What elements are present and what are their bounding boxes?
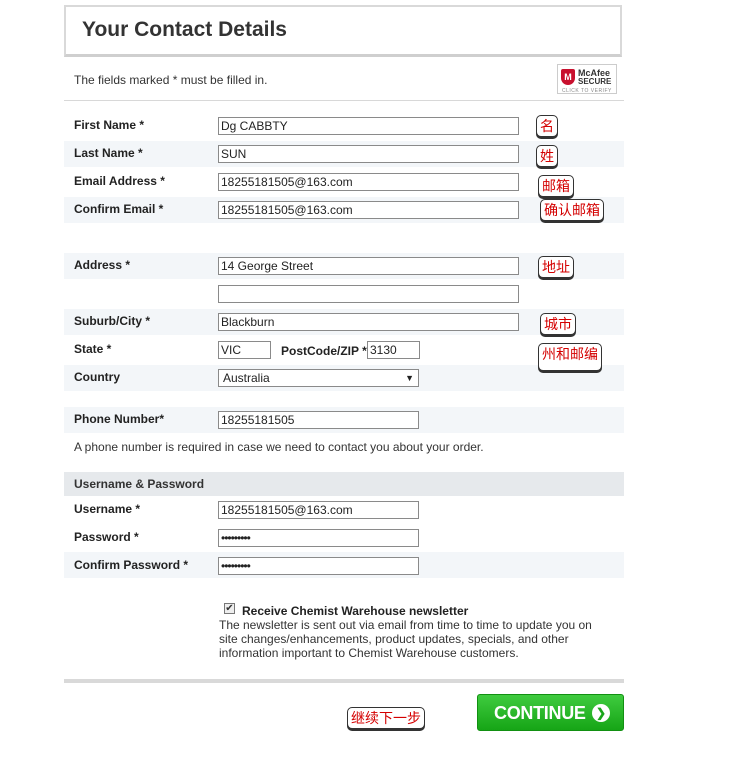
arrow-right-icon: ❯ — [592, 704, 610, 722]
page-title: Your Contact Details — [82, 18, 287, 41]
address-line2-input[interactable] — [218, 285, 519, 303]
postcode-label: PostCode/ZIP * — [281, 344, 367, 358]
address-label: Address * — [74, 258, 131, 272]
email-input[interactable]: 18255181505@163.com — [218, 173, 519, 191]
first-name-input[interactable]: Dg CABBTY — [218, 117, 519, 135]
mcafee-verify: CLICK TO VERIFY — [562, 88, 612, 94]
divider — [64, 100, 624, 101]
account-section-title: Username & Password — [74, 477, 205, 491]
phone-label: Phone Number* — [74, 412, 165, 426]
last-name-input[interactable]: SUN — [218, 145, 519, 163]
country-selected-value: Australia — [223, 371, 270, 385]
continue-annotation: 继续下一步 — [347, 707, 425, 729]
state-label: State * — [74, 342, 112, 356]
newsletter-description: The newsletter is sent out via email fro… — [219, 618, 592, 660]
last-name-annotation: 姓 — [536, 145, 558, 167]
password-label: Password * — [74, 530, 139, 544]
page-title-box: Your Contact Details — [64, 5, 622, 57]
email-annotation: 邮箱 — [538, 175, 574, 197]
username-input[interactable]: 18255181505@163.com — [218, 501, 419, 519]
state-input[interactable]: VIC — [218, 341, 271, 359]
mcafee-shield-icon: M — [561, 69, 575, 85]
password-input[interactable]: ••••••••• — [218, 529, 419, 547]
required-note: The fields marked * must be filled in. — [74, 73, 268, 87]
phone-note: A phone number is required in case we ne… — [74, 440, 484, 454]
postcode-input[interactable]: 3130 — [367, 341, 420, 359]
email-label: Email Address * — [74, 174, 165, 188]
newsletter-label: Receive Chemist Warehouse newsletter — [242, 604, 469, 618]
first-name-annotation: 名 — [536, 115, 558, 137]
confirm-email-input[interactable]: 18255181505@163.com — [218, 201, 519, 219]
phone-input[interactable]: 18255181505 — [218, 411, 419, 429]
address-annotation: 地址 — [538, 256, 574, 278]
country-select[interactable]: Australia ▼ — [218, 369, 419, 387]
confirm-password-label: Confirm Password * — [74, 558, 189, 572]
continue-button[interactable]: CONTINUE ❯ — [477, 694, 624, 731]
account-section-header: Username & Password — [64, 472, 624, 496]
newsletter-checkbox[interactable]: ✔ — [224, 603, 235, 614]
suburb-label: Suburb/City * — [74, 314, 151, 328]
continue-button-label: CONTINUE — [494, 703, 586, 723]
suburb-input[interactable]: Blackburn — [218, 313, 519, 331]
mcafee-secure: SECURE — [578, 77, 612, 86]
confirm-password-input[interactable]: ••••••••• — [218, 557, 419, 575]
first-name-label: First Name * — [74, 118, 145, 132]
username-label: Username * — [74, 502, 141, 516]
address-line1-input[interactable]: 14 George Street — [218, 257, 519, 275]
last-name-label: Last Name * — [74, 146, 143, 160]
suburb-annotation: 城市 — [540, 313, 576, 335]
state-postcode-annotation: 州和邮编 — [538, 343, 602, 371]
confirm-email-label: Confirm Email * — [74, 202, 164, 216]
footer-divider — [64, 679, 624, 683]
country-label: Country — [74, 370, 120, 384]
mcafee-secure-badge[interactable]: M McAfee SECURE CLICK TO VERIFY — [557, 64, 617, 94]
dropdown-arrow-icon: ▼ — [405, 373, 414, 383]
confirm-email-annotation: 确认邮箱 — [540, 199, 604, 221]
